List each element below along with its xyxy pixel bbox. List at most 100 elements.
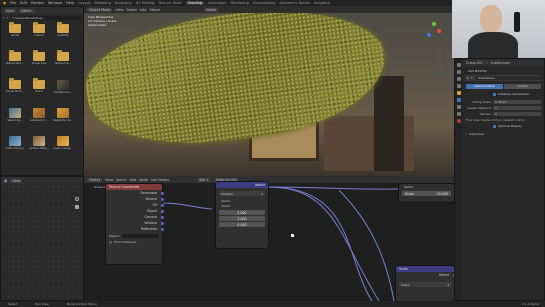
add-modifier-button[interactable]: Add Modifier: [466, 69, 541, 73]
3d-viewport[interactable]: Object Mode View Select Add Object Globa…: [84, 6, 454, 176]
vector-input-2[interactable]: Vector: [216, 204, 268, 209]
texture-coordinate-node[interactable]: Texture Coordinate Generated Normal UV O…: [106, 184, 164, 264]
file-item[interactable]: Adobe: [5, 22, 25, 43]
folder-icon: [57, 22, 69, 33]
file-item[interactable]: stanbled-or...: [29, 108, 49, 127]
render-levels-field[interactable]: 2: [493, 112, 541, 116]
viewport-view-menu[interactable]: View: [115, 8, 123, 12]
path-input[interactable]: C:\Users\Derek\Dow...: [10, 15, 81, 20]
tab-texture-paint[interactable]: Texture Paint: [158, 1, 181, 5]
tab-scripting[interactable]: Scripting: [314, 1, 330, 5]
material-tab-icon[interactable]: [456, 119, 461, 123]
file-item[interactable]: sandle-coffee...: [29, 136, 49, 155]
file-item[interactable]: Native Ins...: [53, 50, 73, 71]
scale-output-vector[interactable]: Vector: [396, 272, 454, 278]
object-picker-field[interactable]: [121, 234, 159, 238]
file-item[interactable]: Sea-bring...: [5, 108, 25, 127]
dicing-scale-field[interactable]: 1.00 px: [493, 100, 541, 104]
navigation-gizmo[interactable]: [422, 20, 444, 42]
node-editor[interactable]: Object View Select Add Node Use Nodes Sl…: [84, 176, 454, 301]
from-instancer-checkbox[interactable]: [109, 240, 112, 244]
menu-window[interactable]: Window: [48, 1, 62, 5]
optimal-display-checkbox[interactable]: [493, 124, 496, 128]
vector-z-field[interactable]: 0.000: [219, 222, 265, 227]
zoom-icon[interactable]: [437, 46, 442, 51]
viewport-select-menu[interactable]: Select: [126, 8, 136, 12]
chevron-down-icon[interactable]: ▾: [467, 76, 469, 80]
arrow-left-icon[interactable]: ‹: [3, 15, 5, 20]
output-tab-icon[interactable]: [456, 77, 461, 81]
modifier-header[interactable]: ▾ ✦ Subdivision: [465, 75, 542, 81]
file-item[interactable]: hagphoto.me...: [53, 108, 73, 127]
socket-reflection[interactable]: Reflection: [106, 226, 164, 232]
file-item[interactable]: Visual Studi...: [5, 78, 25, 99]
adaptive-checkbox[interactable]: [493, 92, 496, 96]
menu-help[interactable]: Help: [66, 1, 74, 5]
scale-node[interactable]: Scale Vector Scale ▾: [396, 266, 454, 301]
view-menu[interactable]: View: [10, 178, 23, 183]
optimal-display-checkbox-row[interactable]: Optimal Display: [493, 124, 544, 128]
image-editor-icon[interactable]: ▣: [4, 179, 7, 183]
scene-tab-icon[interactable]: [456, 84, 461, 88]
advanced-section[interactable]: › Advanced: [466, 132, 541, 136]
tab-sculpting[interactable]: Sculpting: [115, 1, 132, 5]
catmull-clark-button[interactable]: Catmull-Clark: [466, 84, 503, 89]
file-item[interactable]: Mark-HQ.png: [5, 136, 25, 155]
vector-x-field[interactable]: 5.000: [219, 210, 265, 215]
vector-math-node-title[interactable]: Vector: [216, 182, 268, 188]
axis-y-icon[interactable]: [432, 22, 436, 26]
adaptive-subdivision-checkbox-row[interactable]: Adaptive Subdivision: [493, 92, 544, 96]
modifier-name-field[interactable]: Subdivision: [475, 76, 542, 80]
vector-y-field[interactable]: 2.000: [219, 216, 265, 221]
physics-tab-icon[interactable]: [456, 112, 461, 116]
file-item[interactable]: sugar-orange...: [53, 136, 73, 155]
mapping-node[interactable]: Vector Scale 10.000: [399, 184, 454, 202]
file-item[interactable]: Audacity: [53, 22, 73, 43]
scale-mode-dropdown[interactable]: Scale ▾: [399, 282, 451, 287]
arrow-right-icon[interactable]: ›: [7, 15, 9, 20]
levels-viewport-field[interactable]: 1: [493, 106, 541, 110]
modifier-tab-icon[interactable]: [456, 98, 461, 102]
tab-compositing[interactable]: Compositing: [253, 1, 276, 5]
tab-uv-editing[interactable]: UV Editing: [136, 1, 155, 5]
file-item[interactable]: Arquivo: [29, 22, 49, 43]
file-item[interactable]: background-...: [53, 80, 73, 99]
vector-math-node[interactable]: Vector Multiply ▾ Vector Vector 5.000 2.…: [216, 182, 268, 248]
menu-file[interactable]: File: [10, 1, 16, 5]
operation-dropdown[interactable]: Multiply ▾: [219, 191, 265, 196]
file-browser-select-menu[interactable]: Select: [19, 8, 34, 13]
viewport-object-menu[interactable]: Object: [149, 8, 160, 12]
from-instancer-row[interactable]: From Instancer: [106, 240, 162, 244]
object-mode-dropdown[interactable]: Object Mode: [87, 7, 113, 12]
tab-shading[interactable]: Shading: [185, 1, 205, 5]
grid-icon[interactable]: [437, 70, 442, 75]
image-editor-canvas[interactable]: [1, 184, 83, 300]
tab-geometry-nodes[interactable]: Geometry Nodes: [279, 1, 309, 5]
object-tab-icon[interactable]: [456, 91, 461, 95]
file-item[interactable]: Zoom: [29, 78, 49, 99]
tab-layout[interactable]: Layout: [78, 1, 90, 5]
camera-icon[interactable]: [437, 62, 442, 67]
tab-rendering[interactable]: Rendering: [231, 1, 249, 5]
render-tab-icon[interactable]: [456, 70, 461, 74]
tab-animation[interactable]: Animation: [208, 1, 226, 5]
axis-z-icon[interactable]: [427, 33, 431, 37]
hand-icon[interactable]: [75, 205, 79, 209]
menu-render[interactable]: Render: [31, 1, 44, 5]
transform-orientation-dropdown[interactable]: Global: [203, 7, 219, 12]
tab-modeling[interactable]: Modeling: [95, 1, 111, 5]
menu-edit[interactable]: Edit: [20, 1, 27, 5]
blender-logo-icon[interactable]: ●: [3, 1, 6, 5]
axis-x-icon[interactable]: [437, 29, 441, 33]
file-item[interactable]: Blackmagic...: [5, 50, 25, 71]
simple-button[interactable]: Simple: [504, 84, 541, 89]
particles-tab-icon[interactable]: [456, 105, 461, 109]
file-item[interactable]: Image Line: [29, 50, 49, 71]
file-browser-view-menu[interactable]: View: [4, 8, 17, 13]
zoom-icon[interactable]: [75, 197, 79, 201]
tool-tab-icon[interactable]: [456, 63, 461, 67]
viewport-add-menu[interactable]: Add: [140, 8, 147, 12]
mapping-input-vector[interactable]: Vector: [399, 184, 454, 190]
mapping-scale-field[interactable]: Scale 10.000: [402, 191, 451, 196]
pan-icon[interactable]: [437, 54, 442, 59]
